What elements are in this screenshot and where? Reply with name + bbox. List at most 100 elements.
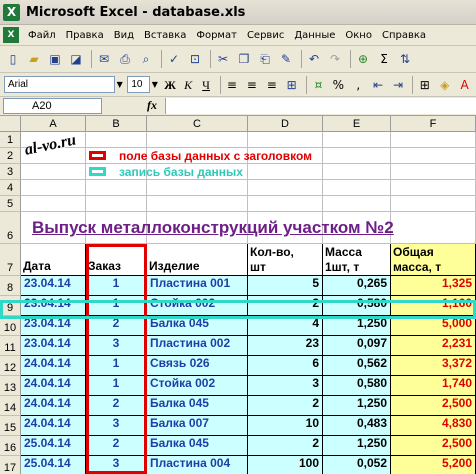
record-mass-cell[interactable]: 0,562: [323, 356, 391, 376]
font-color-icon[interactable]: A: [456, 76, 473, 94]
print-preview-icon[interactable]: ⌕: [137, 50, 155, 68]
record-total-cell[interactable]: 3,372: [391, 356, 476, 376]
row-header[interactable]: 6: [0, 212, 21, 244]
open-folder-icon[interactable]: ▰: [25, 50, 43, 68]
decrease-indent-icon[interactable]: ⇤: [370, 76, 387, 94]
row-header[interactable]: 16: [0, 436, 21, 456]
record-total-cell[interactable]: 4,830: [391, 416, 476, 436]
record-item-cell[interactable]: Балка 045: [147, 436, 248, 456]
menu-insert[interactable]: Вставка: [139, 30, 191, 41]
select-all-corner[interactable]: [0, 116, 21, 132]
record-qty-cell[interactable]: 100: [248, 456, 323, 474]
menu-view[interactable]: Вид: [109, 30, 139, 41]
comma-style-icon[interactable]: ,: [350, 76, 367, 94]
record-qty-cell[interactable]: 5: [248, 276, 323, 296]
hyperlink-icon[interactable]: ⊕: [354, 50, 372, 68]
row-header[interactable]: 15: [0, 416, 21, 436]
grid-cell[interactable]: [391, 164, 476, 180]
research-icon[interactable]: ⊡: [186, 50, 204, 68]
menu-window[interactable]: Окно: [340, 30, 377, 41]
record-date-cell[interactable]: 24.04.14: [21, 376, 86, 396]
format-painter-icon[interactable]: ✎: [277, 50, 295, 68]
record-qty-cell[interactable]: 2: [248, 436, 323, 456]
save-icon[interactable]: ▣: [46, 50, 64, 68]
print-icon[interactable]: ⎙: [116, 50, 134, 68]
currency-icon[interactable]: ¤: [310, 76, 327, 94]
formula-input[interactable]: [165, 98, 476, 114]
record-date-cell[interactable]: 25.04.14: [21, 436, 86, 456]
col-header-e[interactable]: E: [323, 116, 391, 132]
percent-icon[interactable]: %: [330, 76, 347, 94]
undo-icon[interactable]: ↶: [305, 50, 323, 68]
grid-cell[interactable]: [21, 164, 86, 180]
header-item[interactable]: Изделие: [147, 244, 248, 276]
cut-icon[interactable]: ✂: [214, 50, 232, 68]
paste-icon[interactable]: ⎗: [256, 50, 274, 68]
menu-data[interactable]: Данные: [289, 30, 340, 41]
align-left-icon[interactable]: ≡: [224, 76, 241, 94]
grid-cell[interactable]: [391, 196, 476, 212]
record-date-cell[interactable]: 24.04.14: [21, 416, 86, 436]
grid-cell[interactable]: [323, 132, 391, 148]
menu-format[interactable]: Формат: [191, 30, 242, 41]
menu-help[interactable]: Справка: [377, 30, 431, 41]
increase-indent-icon[interactable]: ⇥: [390, 76, 407, 94]
record-item-cell[interactable]: Стойка 002: [147, 296, 248, 316]
row-header[interactable]: 10: [0, 316, 21, 336]
record-item-cell[interactable]: Связь 026: [147, 356, 248, 376]
spelling-icon[interactable]: ✓: [165, 50, 183, 68]
grid-cell[interactable]: [248, 196, 323, 212]
grid-cell[interactable]: [323, 180, 391, 196]
grid-cell[interactable]: [86, 196, 147, 212]
grid-cell[interactable]: [391, 212, 476, 244]
record-total-cell[interactable]: 2,500: [391, 436, 476, 456]
col-header-f[interactable]: F: [391, 116, 476, 132]
record-total-cell[interactable]: 1,325: [391, 276, 476, 296]
grid-cell[interactable]: [86, 180, 147, 196]
record-item-cell[interactable]: Пластина 002: [147, 336, 248, 356]
merge-center-icon[interactable]: ⊞: [283, 76, 300, 94]
menu-file[interactable]: Файл: [23, 30, 61, 41]
record-date-cell[interactable]: 24.04.14: [21, 396, 86, 416]
record-mass-cell[interactable]: 1,250: [323, 436, 391, 456]
col-header-a[interactable]: A: [21, 116, 86, 132]
record-order-cell[interactable]: 1: [86, 356, 147, 376]
row-header[interactable]: 5: [0, 196, 21, 212]
underline-button[interactable]: Ч: [199, 76, 214, 94]
record-qty-cell[interactable]: 10: [248, 416, 323, 436]
font-dropdown-icon[interactable]: ▼: [115, 76, 124, 94]
redo-icon[interactable]: ↷: [326, 50, 344, 68]
permission-icon[interactable]: ◪: [67, 50, 85, 68]
record-order-cell[interactable]: 2: [86, 396, 147, 416]
grid-cell[interactable]: [248, 180, 323, 196]
grid-cell[interactable]: [391, 132, 476, 148]
record-item-cell[interactable]: Пластина 004: [147, 456, 248, 474]
col-header-b[interactable]: B: [86, 116, 147, 132]
record-total-cell[interactable]: 5,000: [391, 316, 476, 336]
record-item-cell[interactable]: Балка 045: [147, 396, 248, 416]
record-order-cell[interactable]: 3: [86, 416, 147, 436]
record-total-cell[interactable]: 2,231: [391, 336, 476, 356]
record-qty-cell[interactable]: 3: [248, 376, 323, 396]
row-header[interactable]: 13: [0, 376, 21, 396]
grid-cell[interactable]: [21, 180, 86, 196]
grid-cell[interactable]: [323, 164, 391, 180]
italic-button[interactable]: К: [181, 76, 196, 94]
record-mass-cell[interactable]: 0,052: [323, 456, 391, 474]
grid-cell[interactable]: [323, 148, 391, 164]
row-header[interactable]: 3: [0, 164, 21, 180]
fill-color-icon[interactable]: ◈: [436, 76, 453, 94]
workbook-icon[interactable]: X: [3, 27, 19, 43]
font-name-select[interactable]: Arial: [4, 76, 115, 93]
record-mass-cell[interactable]: 0,580: [323, 376, 391, 396]
font-size-select[interactable]: 10: [127, 76, 151, 93]
record-mass-cell[interactable]: 0,265: [323, 276, 391, 296]
grid-cell[interactable]: [147, 132, 248, 148]
col-header-c[interactable]: C: [147, 116, 248, 132]
grid-cell[interactable]: [86, 132, 147, 148]
record-item-cell[interactable]: Балка 045: [147, 316, 248, 336]
col-header-d[interactable]: D: [248, 116, 323, 132]
record-qty-cell[interactable]: 2: [248, 296, 323, 316]
record-mass-cell[interactable]: 1,250: [323, 396, 391, 416]
record-total-cell[interactable]: 5,200: [391, 456, 476, 474]
